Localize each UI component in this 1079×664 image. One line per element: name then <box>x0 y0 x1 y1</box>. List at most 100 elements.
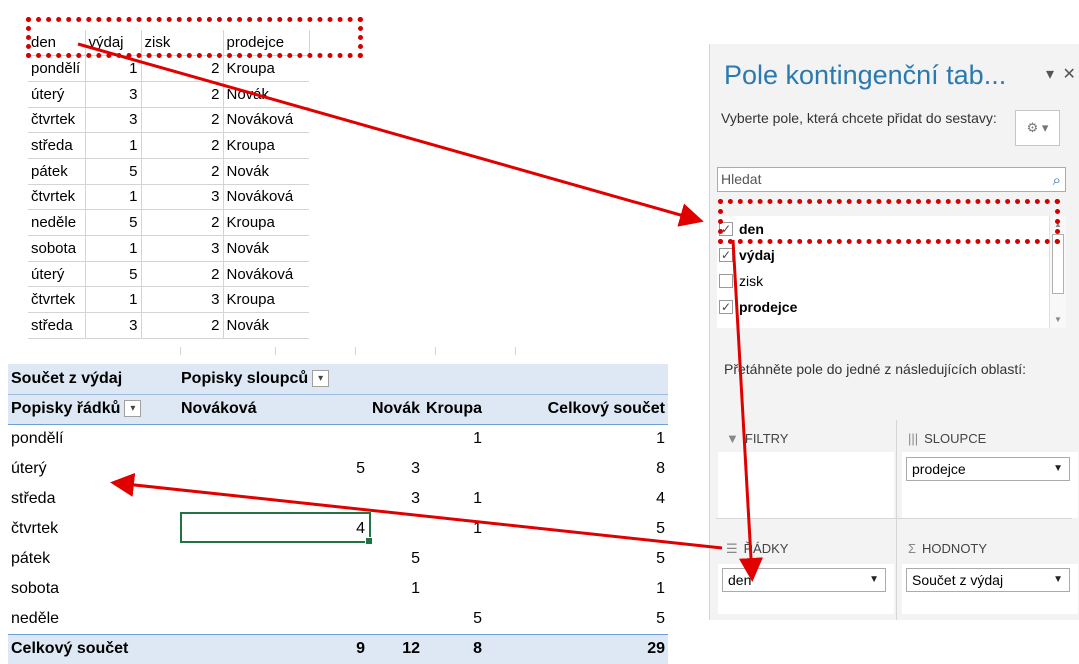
pivot-total-label[interactable]: Celkový součet <box>8 633 178 664</box>
pivot-value-cell[interactable]: 1 <box>423 484 485 514</box>
pivot-col-header[interactable]: Celkový součet <box>485 394 668 425</box>
pivot-col-header[interactable]: Kroupa <box>423 394 485 425</box>
source-cell[interactable]: 1 <box>85 235 142 262</box>
source-cell[interactable]: 3 <box>141 286 224 314</box>
source-cell[interactable]: Novák <box>223 312 309 339</box>
source-cell[interactable]: Nováková <box>223 261 309 288</box>
pivot-value-cell[interactable]: 5 <box>485 604 668 634</box>
pivot-value-cell[interactable]: 5 <box>423 604 485 634</box>
pivot-value-cell[interactable]: 1 <box>485 574 668 604</box>
source-cell[interactable]: 2 <box>141 55 224 82</box>
source-cell[interactable]: středa <box>28 312 86 339</box>
pivot-value-cell[interactable] <box>178 484 368 514</box>
source-cell[interactable]: 1 <box>85 184 142 211</box>
source-cell[interactable]: pondělí <box>28 55 86 82</box>
pivot-value-cell[interactable] <box>178 424 368 454</box>
chevron-down-icon[interactable]: ▼ <box>1053 458 1063 480</box>
source-cell[interactable]: středa <box>28 132 86 159</box>
field-item-vydaj[interactable]: ✓ výdaj <box>717 242 1066 268</box>
pivot-value-cell[interactable] <box>368 514 423 544</box>
pivot-total-cell[interactable]: 29 <box>485 633 668 664</box>
field-checkbox[interactable]: ✓ <box>719 300 733 314</box>
field-item-prodejce[interactable]: ✓ prodejce <box>717 294 1066 320</box>
source-cell[interactable]: sobota <box>28 235 86 262</box>
source-cell[interactable]: 3 <box>85 312 142 339</box>
row-filter-dropdown-icon[interactable]: ▾ <box>124 400 142 418</box>
pivot-value-cell[interactable] <box>423 454 485 484</box>
pivot-value-cell[interactable]: 5 <box>485 514 668 544</box>
field-checkbox[interactable] <box>719 274 733 288</box>
source-cell[interactable]: 5 <box>85 158 142 185</box>
column-filter-dropdown-icon[interactable]: ▾ <box>312 370 330 388</box>
source-cell[interactable]: Nováková <box>223 107 309 134</box>
settings-button[interactable]: ⚙ ▾ <box>1015 110 1060 146</box>
pivot-value-cell[interactable]: 1 <box>423 424 485 454</box>
pivot-value-cell[interactable]: 3 <box>368 484 423 514</box>
field-checkbox[interactable]: ✓ <box>719 248 733 262</box>
pivot-value-cell[interactable] <box>178 604 368 634</box>
pivot-value-cell[interactable] <box>368 604 423 634</box>
pivot-col-header[interactable]: Novák <box>368 394 423 425</box>
pivot-total-cell[interactable]: 8 <box>423 633 485 664</box>
pivot-total-cell[interactable]: 12 <box>368 633 423 664</box>
source-cell[interactable]: čtvrtek <box>28 286 86 314</box>
pivot-row-label[interactable]: čtvrtek <box>8 514 178 544</box>
filters-drop-area[interactable] <box>718 452 894 518</box>
chevron-down-icon[interactable]: ▼ <box>869 569 879 591</box>
source-cell[interactable]: 5 <box>85 209 142 236</box>
source-cell[interactable]: Novák <box>223 81 309 108</box>
source-cell[interactable]: 5 <box>85 261 142 288</box>
source-cell[interactable]: 2 <box>141 261 224 288</box>
source-cell[interactable]: Kroupa <box>223 55 309 82</box>
pivot-col-header[interactable]: Nováková <box>178 394 368 425</box>
source-cell[interactable]: 2 <box>141 81 224 108</box>
columns-chip-prodejce[interactable]: prodejce ▼ <box>906 457 1070 481</box>
pivot-row-label[interactable]: neděle <box>8 604 178 634</box>
source-cell[interactable]: 3 <box>141 235 224 262</box>
pivot-value-cell[interactable]: 5 <box>368 544 423 574</box>
pivot-value-label[interactable]: Součet z výdaj <box>8 364 178 395</box>
source-cell[interactable]: 2 <box>141 209 224 236</box>
source-cell[interactable]: 1 <box>85 55 142 82</box>
pivot-row-label[interactable]: středa <box>8 484 178 514</box>
source-cell[interactable]: Novák <box>223 158 309 185</box>
source-cell[interactable]: čtvrtek <box>28 184 86 211</box>
source-cell[interactable]: čtvrtek <box>28 107 86 134</box>
field-item-zisk[interactable]: zisk <box>717 268 1066 294</box>
source-cell[interactable]: Kroupa <box>223 132 309 159</box>
source-cell[interactable]: Kroupa <box>223 286 309 314</box>
pivot-row-label[interactable]: sobota <box>8 574 178 604</box>
field-search-input[interactable]: Hledat ⌕ <box>717 167 1066 192</box>
panel-window-controls[interactable]: ▾ ✕ <box>1046 64 1078 84</box>
source-cell[interactable]: Nováková <box>223 184 309 211</box>
source-cell[interactable]: pátek <box>28 158 86 185</box>
pivot-value-cell[interactable]: 1 <box>485 424 668 454</box>
pivot-row-labels-cell[interactable]: Popisky řádků ▾ <box>8 394 178 425</box>
pivot-value-cell[interactable]: 3 <box>368 454 423 484</box>
rows-chip-den[interactable]: den ▼ <box>722 568 886 592</box>
search-icon[interactable]: ⌕ <box>1053 169 1061 192</box>
source-cell[interactable]: 1 <box>85 132 142 159</box>
source-cell[interactable]: úterý <box>28 81 86 108</box>
source-cell[interactable]: Novák <box>223 235 309 262</box>
pivot-value-cell[interactable] <box>178 544 368 574</box>
pivot-row-label[interactable]: pondělí <box>8 424 178 454</box>
source-cell[interactable]: 2 <box>141 107 224 134</box>
source-cell[interactable]: neděle <box>28 209 86 236</box>
pivot-row-label[interactable]: pátek <box>8 544 178 574</box>
pivot-value-cell[interactable] <box>423 544 485 574</box>
pivot-value-cell[interactable]: 1 <box>423 514 485 544</box>
pivot-value-cell[interactable] <box>368 424 423 454</box>
source-cell[interactable]: 3 <box>85 81 142 108</box>
pivot-value-cell[interactable]: 5 <box>485 544 668 574</box>
chevron-down-icon[interactable]: ▼ <box>1053 569 1063 591</box>
pivot-total-cell[interactable]: 9 <box>178 633 368 664</box>
pivot-row-label[interactable]: úterý <box>8 454 178 484</box>
scroll-down-icon[interactable]: ▼ <box>1050 311 1066 328</box>
pivot-value-cell[interactable] <box>423 574 485 604</box>
pivot-value-cell[interactable]: 5 <box>178 454 368 484</box>
pivot-value-cell[interactable] <box>178 574 368 604</box>
pivot-column-labels-cell[interactable]: Popisky sloupců ▾ <box>178 364 668 395</box>
pivot-value-cell[interactable]: 1 <box>368 574 423 604</box>
source-cell[interactable]: 3 <box>85 107 142 134</box>
